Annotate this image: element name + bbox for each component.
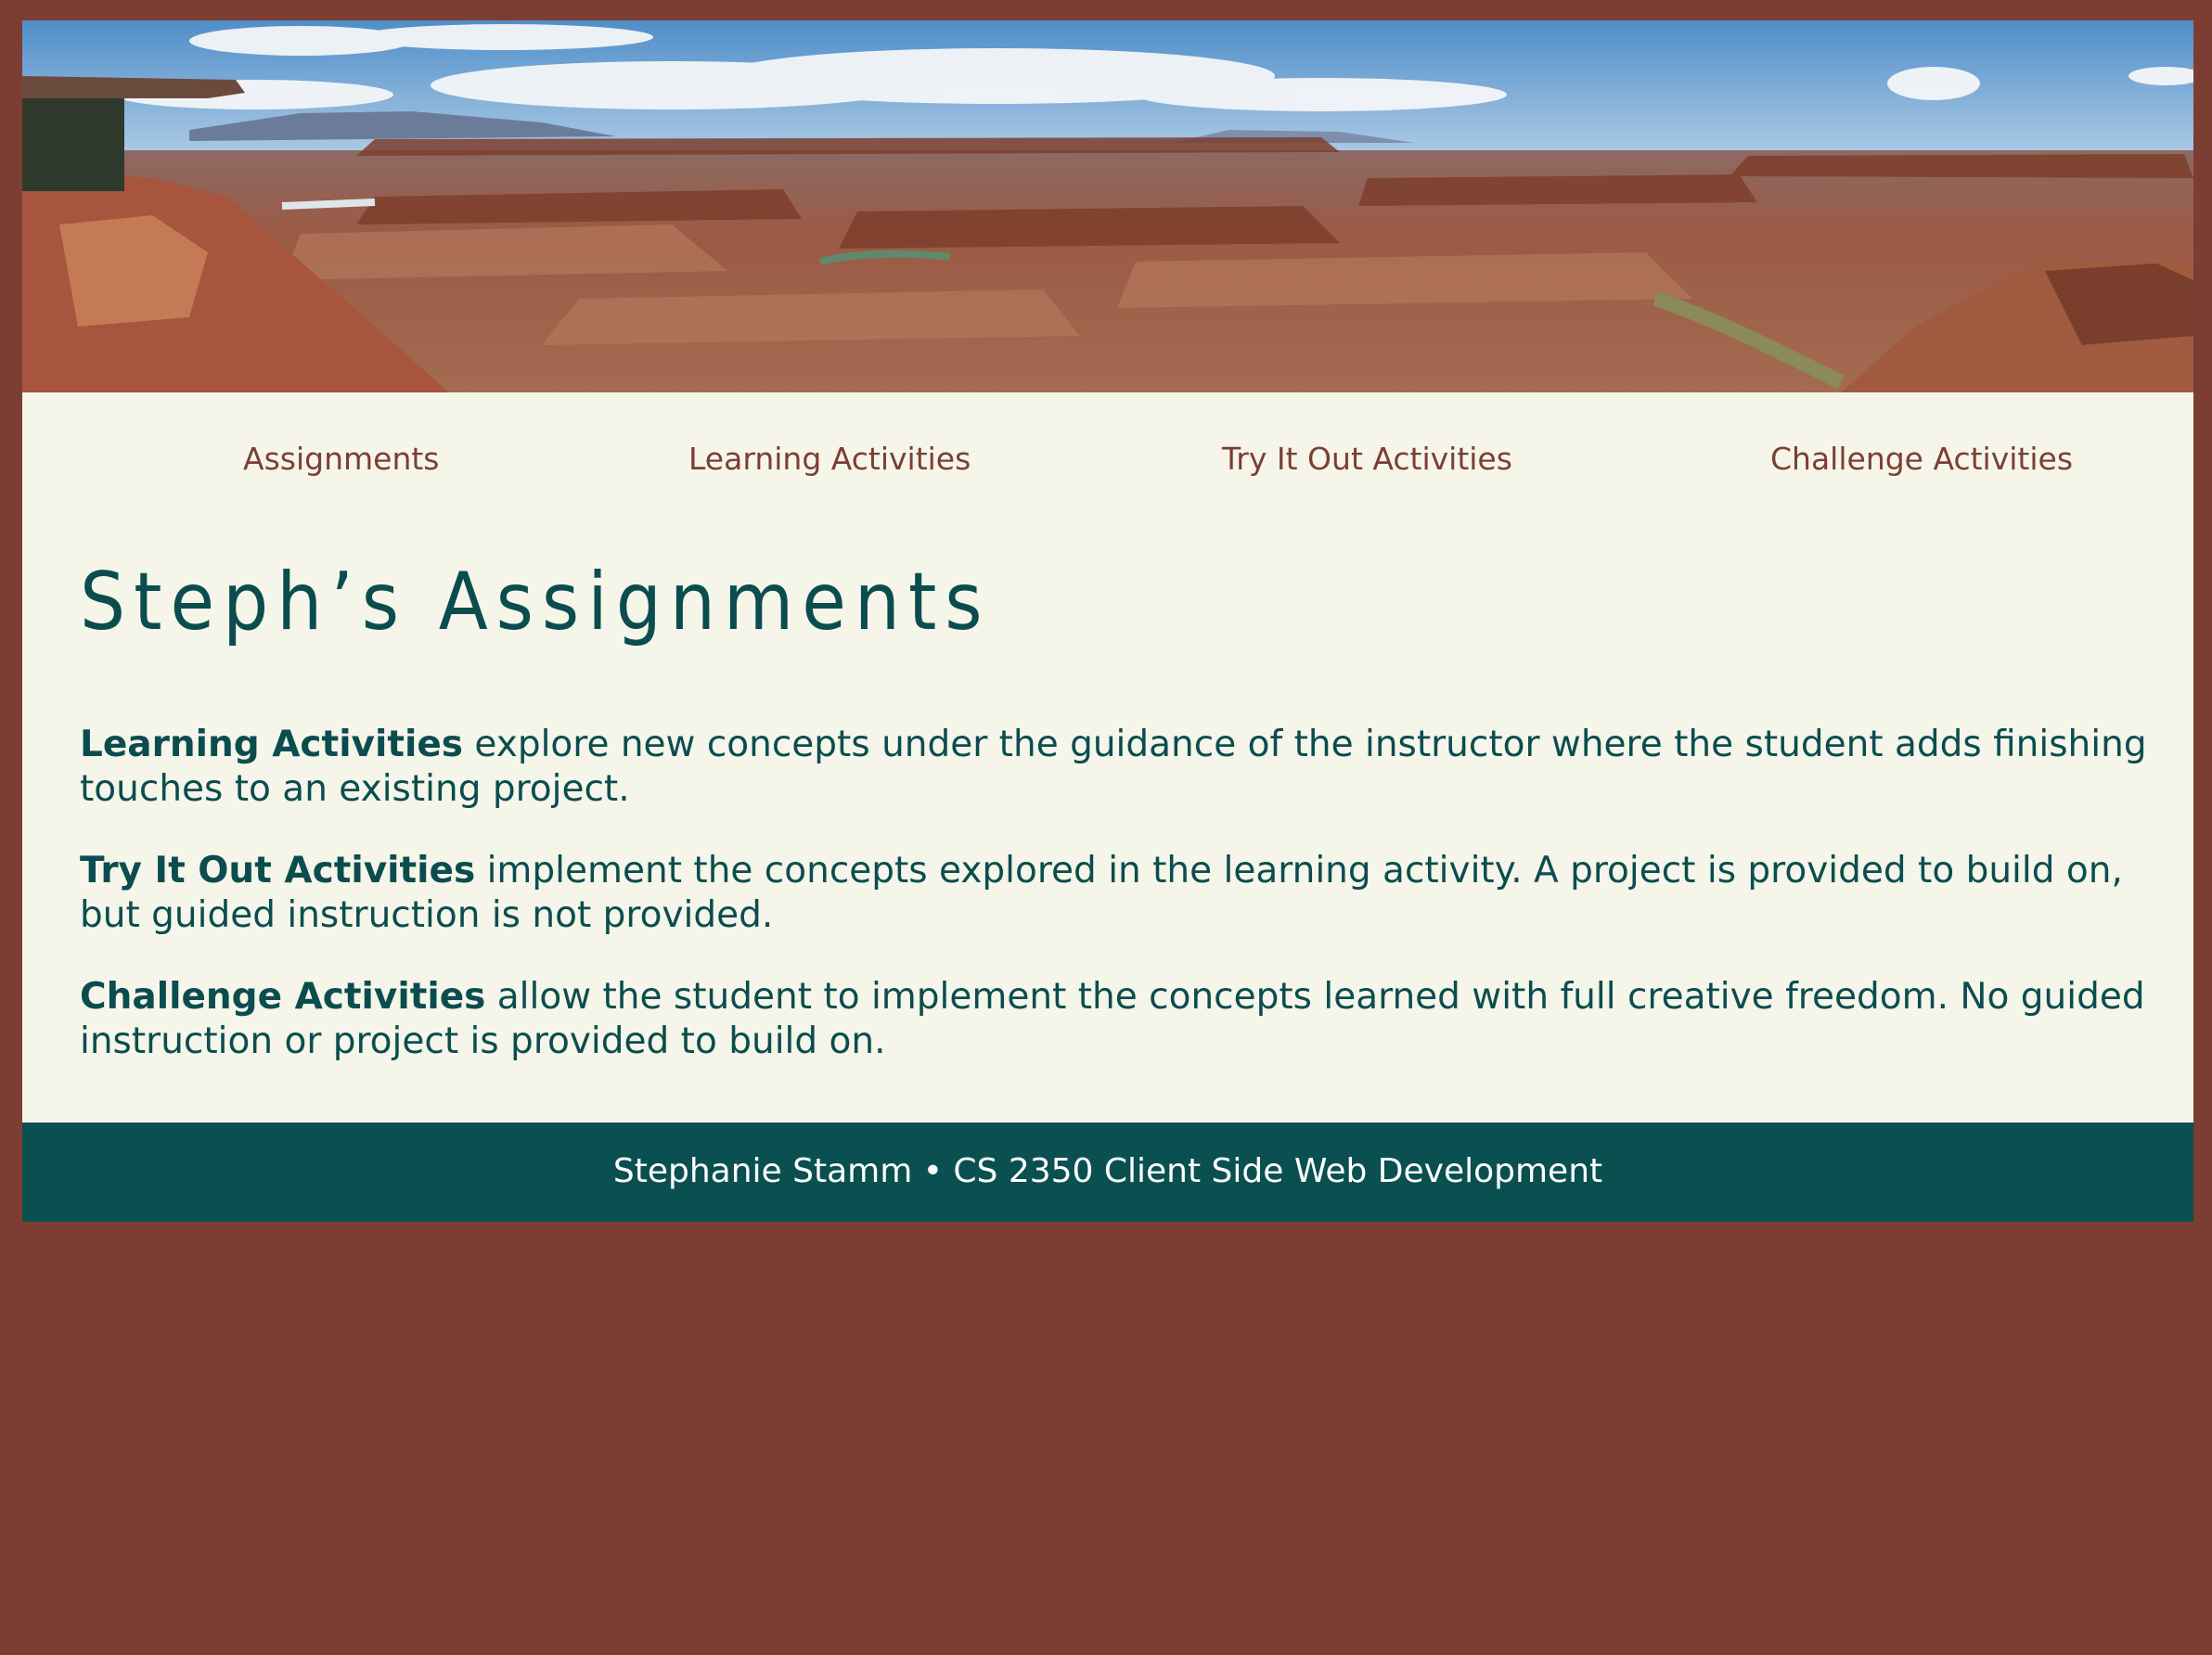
page-container: Assignments Learning Activities Try It O… [22,20,2193,1222]
main-content: Assignments Learning Activities Try It O… [22,392,2193,1123]
footer: Stephanie Stamm • CS 2350 Client Side We… [22,1123,2193,1222]
description-term: Try It Out Activities [80,850,476,892]
banner-image [22,20,2193,392]
description-term: Learning Activities [80,724,464,765]
nav-link-assignments[interactable]: Assignments [243,441,440,477]
nav-link-challenge-activities[interactable]: Challenge Activities [1770,441,2073,477]
try-it-out-activities-description: Try It Out Activities implement the conc… [80,849,2149,938]
page-title: Steph’s Assignments [80,556,991,648]
challenge-activities-description: Challenge Activities allow the student t… [80,975,2149,1064]
main-nav: Assignments Learning Activities Try It O… [22,392,2193,532]
description-term: Challenge Activities [80,976,486,1018]
footer-text: Stephanie Stamm • CS 2350 Client Side We… [612,1152,1603,1190]
learning-activities-description: Learning Activities explore new concepts… [80,723,2149,812]
nav-link-try-it-out-activities[interactable]: Try It Out Activities [1222,441,1512,477]
nav-link-learning-activities[interactable]: Learning Activities [688,441,971,477]
